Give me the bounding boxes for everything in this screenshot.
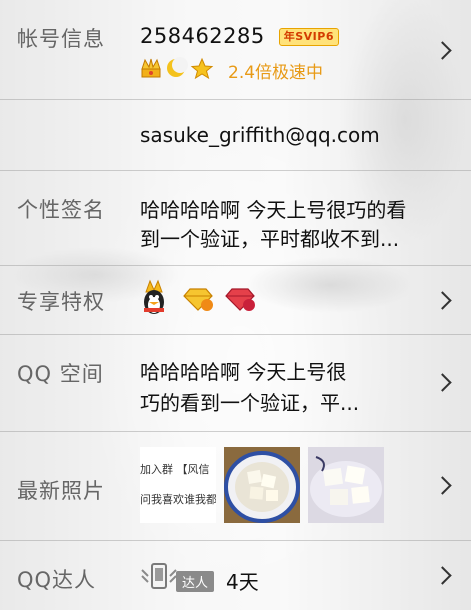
privileges-label: 专享特权 xyxy=(17,290,105,314)
privilege-badges xyxy=(144,279,255,314)
signature-label: 个性签名 xyxy=(17,198,105,222)
qq-daren-label: QQ达人 xyxy=(17,568,97,592)
level-icons-svg xyxy=(141,57,214,80)
crown-icon xyxy=(141,58,161,78)
qzone-line-2: 巧的看到一个验证，平... xyxy=(140,391,360,415)
photo-thumbnail-3[interactable] xyxy=(308,447,384,523)
qq-number-line: 258462285 年SVIP6 xyxy=(140,24,339,48)
tofu-plate-photo xyxy=(308,447,384,523)
signature-line-2: 到一个验证，平时都收不到... xyxy=(140,227,400,251)
email-row: sasuke_griffith@qq.com xyxy=(0,100,471,171)
daren-badge: 达人 xyxy=(176,571,215,592)
svip-badge: 年SVIP6 xyxy=(278,28,339,46)
tofu-dish-photo xyxy=(224,447,300,523)
chevron-right-icon[interactable] xyxy=(433,291,452,310)
qzone-row[interactable]: QQ 空间 哈哈哈哈啊 今天上号很 巧的看到一个验证，平... xyxy=(0,335,471,432)
chevron-right-icon[interactable] xyxy=(433,566,452,585)
photo-thumbnail-1[interactable]: 加入群 【风信 问我喜欢谁我都 xyxy=(140,447,216,523)
photo-1-line-1: 加入群 【风信 xyxy=(140,463,210,476)
signature-line-1: 哈哈哈哈啊 今天上号很巧的看 xyxy=(140,198,407,222)
email-value: sasuke_griffith@qq.com xyxy=(140,123,380,147)
qq-penguin-icon xyxy=(144,279,164,314)
account-info-row[interactable]: 帐号信息 258462285 年SVIP6 2.4倍极速中 xyxy=(0,0,471,100)
speed-text: 2.4倍极速中 xyxy=(228,63,324,83)
photo-1-line-2: 问我喜欢谁我都 xyxy=(140,493,216,506)
star-icon xyxy=(190,57,214,80)
chevron-right-icon[interactable] xyxy=(433,476,452,495)
daren-phone-icon xyxy=(141,563,177,589)
qq-number: 258462285 xyxy=(140,24,265,48)
qzone-label: QQ 空间 xyxy=(17,362,104,386)
qzone-line-1: 哈哈哈哈啊 今天上号很 xyxy=(140,360,347,384)
daren-days: 4天 xyxy=(226,570,259,594)
account-info-label: 帐号信息 xyxy=(17,27,105,51)
profile-list: 帐号信息 258462285 年SVIP6 2.4倍极速中 sasuke_gri… xyxy=(0,0,471,610)
red-diamond-badge xyxy=(225,288,255,311)
chevron-right-icon[interactable] xyxy=(433,373,452,392)
moon-icon xyxy=(167,57,188,77)
photos-label: 最新照片 xyxy=(17,479,105,503)
photo-thumbnail-2[interactable] xyxy=(224,447,300,523)
privileges-row[interactable]: 专享特权 xyxy=(0,266,471,335)
chevron-right-icon[interactable] xyxy=(433,41,452,60)
level-icons xyxy=(140,56,220,80)
signature-row[interactable]: 个性签名 哈哈哈哈啊 今天上号很巧的看 到一个验证，平时都收不到... xyxy=(0,171,471,266)
yellow-diamond-badge xyxy=(183,288,213,311)
